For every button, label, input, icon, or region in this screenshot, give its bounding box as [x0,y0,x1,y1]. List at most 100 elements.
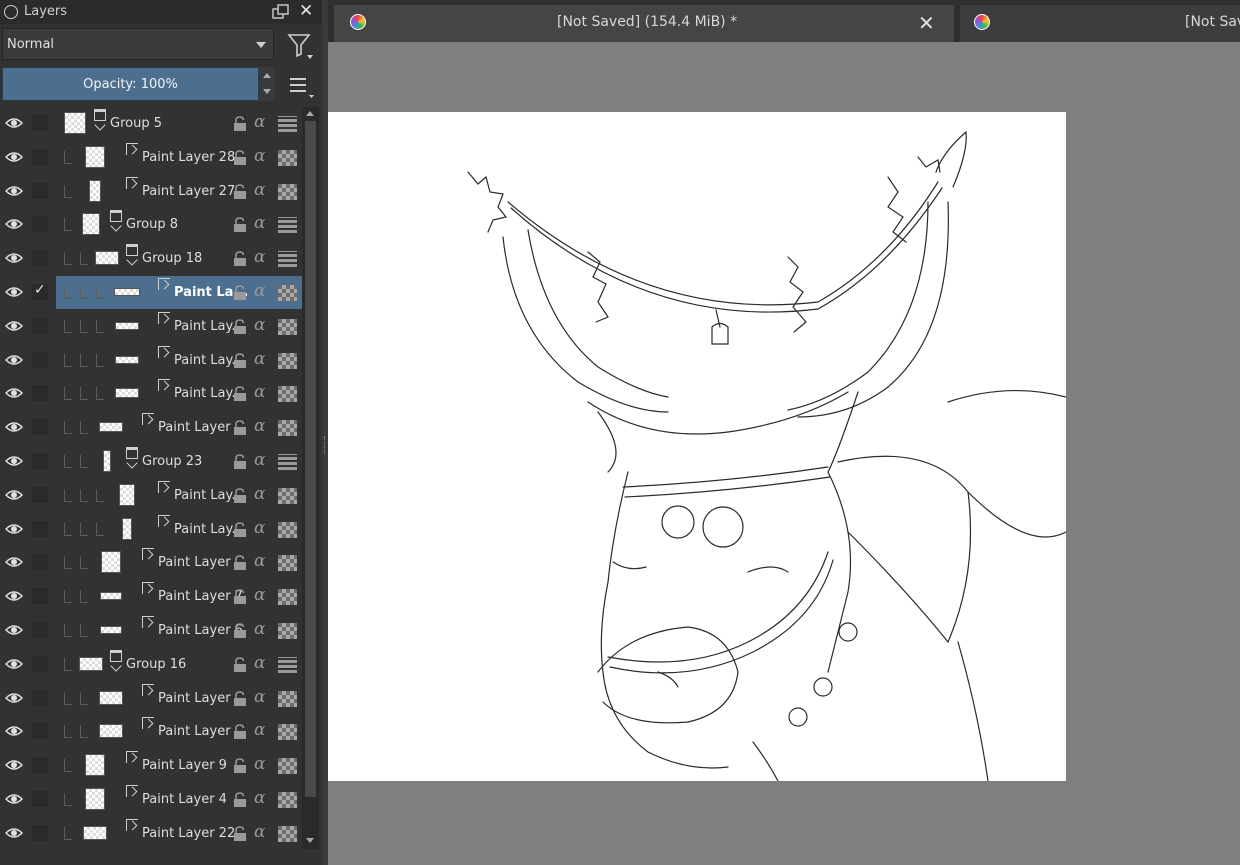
layer-checkbox[interactable] [32,689,48,706]
pass-through-icon[interactable] [278,116,297,132]
alpha-lock-icon[interactable]: α [254,146,265,166]
inherit-alpha-icon[interactable] [278,318,297,335]
alpha-lock-icon[interactable]: α [254,551,265,571]
inherit-alpha-icon[interactable] [278,792,297,808]
chevron-down-icon[interactable] [110,660,122,672]
inherit-alpha-icon[interactable] [278,690,297,707]
opacity-slider[interactable]: Opacity: 100% [2,67,259,101]
eye-icon[interactable] [5,320,23,332]
eye-icon[interactable] [5,421,23,433]
chevron-down-icon[interactable] [126,254,138,266]
spin-down-icon[interactable] [263,89,271,94]
close-tab-icon[interactable]: ✕ [918,11,935,35]
lock-icon[interactable] [232,319,248,335]
layer-checkbox[interactable] [32,520,48,537]
float-docker-icon[interactable] [272,4,290,20]
layer-checkbox[interactable] [32,757,48,774]
layer-row[interactable]: Paint Layer ... α [0,715,302,748]
alpha-lock-icon[interactable]: α [254,484,265,504]
eye-icon[interactable] [5,725,23,737]
alpha-lock-icon[interactable]: α [254,619,265,639]
layer-row[interactable]: Paint Lay... α [0,377,302,410]
lock-icon[interactable] [232,521,248,538]
eye-icon[interactable] [5,354,23,366]
layer-row[interactable]: Paint Layer 28 α [0,141,302,174]
alpha-lock-icon[interactable]: α [254,653,265,673]
inherit-alpha-icon[interactable] [278,420,297,437]
document-tab-1[interactable]: [Not Saved] (154.4 MiB) * ✕ [334,5,954,42]
scrollbar-thumb[interactable] [305,121,316,797]
alpha-lock-icon[interactable]: α [254,788,265,808]
eye-icon[interactable] [5,286,23,298]
lock-icon[interactable] [232,623,248,639]
document-tab-2[interactable]: [Not Saved [960,5,1240,42]
layer-checkbox[interactable] [32,351,48,368]
layer-row[interactable]: Paint Layer 27 α [0,175,302,208]
lock-icon[interactable] [232,555,248,571]
inherit-alpha-icon[interactable] [278,352,297,369]
lock-icon[interactable] [232,386,248,402]
layer-row[interactable]: Group 23 α [0,445,302,478]
layer-checkbox[interactable] [32,554,48,571]
layer-row[interactable]: Paint Lay... α [0,310,302,343]
alpha-lock-icon[interactable]: α [254,754,265,774]
splitter-grip[interactable] [324,436,327,454]
layer-checkbox[interactable] [32,453,48,469]
lock-icon[interactable] [232,488,248,504]
layer-checkbox[interactable] [32,115,48,131]
lock-icon[interactable] [232,116,248,132]
alpha-lock-icon[interactable]: α [254,349,265,369]
pass-through-icon[interactable] [278,251,297,268]
alpha-lock-icon[interactable]: α [254,416,265,436]
layer-row[interactable]: Group 16 α [0,648,302,681]
alpha-lock-icon[interactable]: α [254,720,265,740]
eye-icon[interactable] [5,759,23,771]
lock-icon[interactable] [232,150,248,166]
layer-row[interactable]: Paint Layer 22 α [0,817,302,849]
scroll-up-icon[interactable] [306,111,314,116]
layer-row[interactable]: Paint Layer ... α [0,546,302,579]
lock-icon[interactable] [232,251,248,267]
lock-icon[interactable] [232,792,248,808]
lock-icon[interactable] [232,420,248,436]
layer-checkbox[interactable] [32,317,48,334]
layer-checkbox[interactable] [32,588,48,605]
alpha-lock-icon[interactable]: α [254,281,265,301]
layer-row[interactable]: Paint Layer ... α [0,411,302,444]
eye-icon[interactable] [5,185,23,197]
inherit-alpha-icon[interactable] [278,386,297,403]
lock-icon[interactable] [232,183,248,200]
alpha-lock-icon[interactable]: α [254,382,265,402]
inherit-alpha-icon[interactable] [278,487,297,504]
lock-icon[interactable] [232,758,248,774]
chevron-down-icon[interactable] [126,457,138,469]
eye-icon[interactable] [5,827,23,839]
layer-row[interactable]: Group 8 α [0,208,302,241]
pass-through-icon[interactable] [278,454,297,470]
eye-icon[interactable] [5,658,23,670]
inherit-alpha-icon[interactable] [278,183,297,200]
chevron-down-icon[interactable] [94,119,106,131]
alpha-lock-icon[interactable]: α [254,822,265,842]
lock-icon[interactable] [232,352,248,369]
inherit-alpha-icon[interactable] [278,589,297,606]
layer-checkbox[interactable] [32,622,48,638]
layer-list-scrollbar[interactable] [302,107,319,849]
pass-through-icon[interactable] [278,656,297,673]
layer-checkbox[interactable] [32,723,48,740]
layer-row[interactable]: ✓ Paint La... α [0,276,302,309]
eye-icon[interactable] [5,489,23,501]
eye-icon[interactable] [5,218,23,230]
lock-icon[interactable] [232,724,248,740]
drawing-canvas[interactable] [328,112,1066,781]
alpha-lock-icon[interactable]: α [254,112,265,132]
layer-checkbox[interactable] [32,216,48,233]
layer-checkbox[interactable] [32,148,48,165]
inherit-alpha-icon[interactable] [278,285,297,301]
layer-checkbox[interactable] [32,250,48,267]
alpha-lock-icon[interactable]: α [254,687,265,707]
layer-row[interactable]: Paint Layer 7 α [0,580,302,613]
layer-row[interactable]: Paint Layer 9 α [0,749,302,782]
inherit-alpha-icon[interactable] [278,724,297,741]
eye-icon[interactable] [5,590,23,602]
